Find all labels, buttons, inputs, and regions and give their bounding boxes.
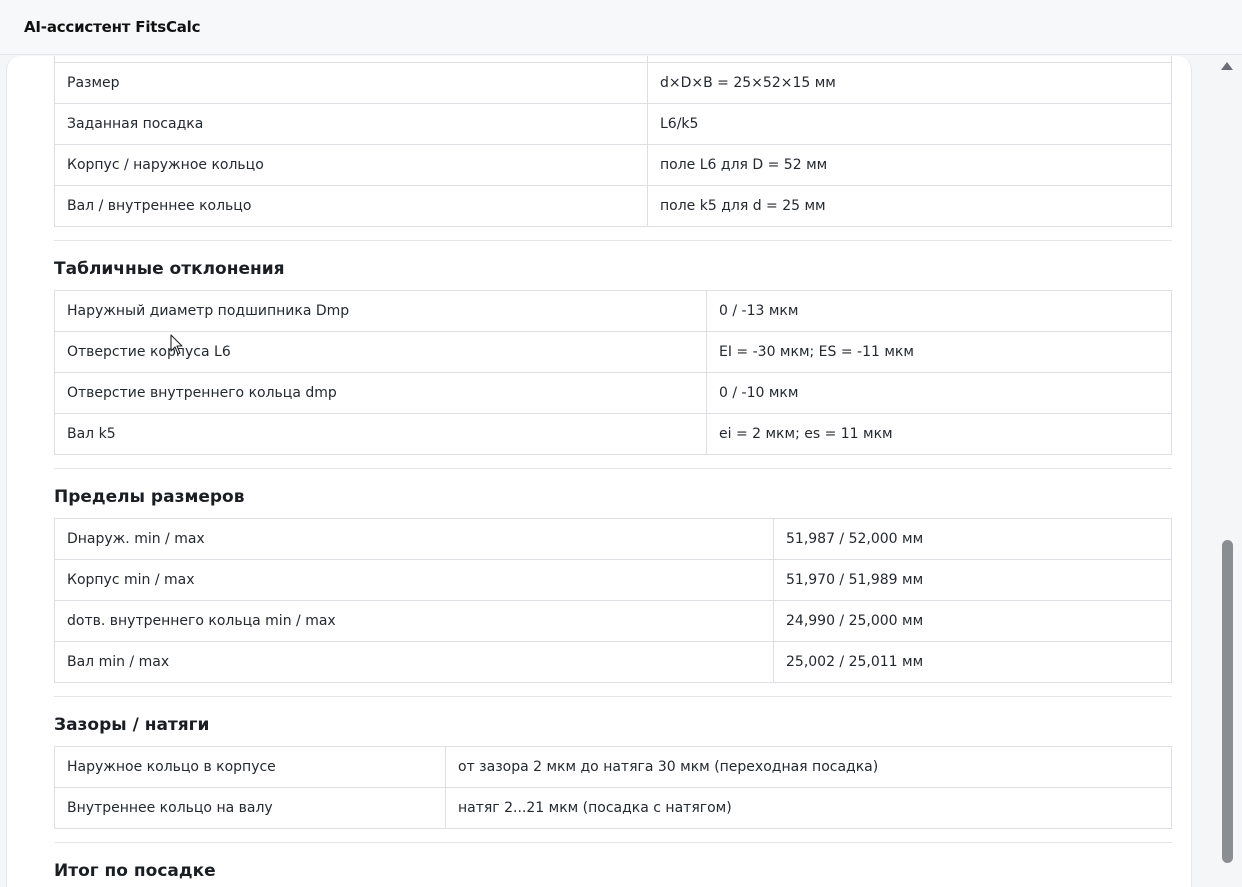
row-label: Вал min / max [54, 641, 774, 683]
table-row: Dнаруж. min / max 51,987 / 52,000 мм [54, 518, 1172, 560]
table-row: Внутреннее кольцо на валу натяг 2...21 м… [54, 787, 1172, 829]
table-row: Заданная посадка L6/k5 [54, 103, 1172, 145]
mouse-pointer-icon [170, 334, 184, 361]
row-value: 0 / -10 мкм [706, 372, 1172, 414]
row-label: Отверстие внутреннего кольца dmp [54, 372, 707, 414]
section-divider [54, 696, 1172, 697]
row-value: 24,990 / 25,000 мм [773, 600, 1172, 642]
table-row: dотв. внутреннего кольца min / max 24,99… [54, 600, 1172, 642]
table-row: Отверстие корпуса L6 EI = -30 мкм; ES = … [54, 331, 1172, 373]
table-row: Размер d×D×B = 25×52×15 мм [54, 62, 1172, 104]
row-value: 51,987 / 52,000 мм [773, 518, 1172, 560]
row-label: Dнаруж. min / max [54, 518, 774, 560]
row-label: Вал / внутреннее кольцо [54, 185, 648, 227]
table-row: Наружное кольцо в корпусе от зазора 2 мк… [54, 746, 1172, 788]
row-value: EI = -30 мкм; ES = -11 мкм [706, 331, 1172, 373]
table-row: Корпус / наружное кольцо поле L6 для D =… [54, 144, 1172, 186]
row-value: ei = 2 мкм; es = 11 мкм [706, 413, 1172, 455]
section-divider [54, 468, 1172, 469]
table-row: Наружный диаметр подшипника Dmp 0 / -13 … [54, 290, 1172, 332]
row-value: 0 / -13 мкм [706, 290, 1172, 332]
row-label: Наружный диаметр подшипника Dmp [54, 290, 707, 332]
row-label: Внутреннее кольцо на валу [54, 787, 446, 829]
row-label: Корпус min / max [54, 559, 774, 601]
row-value: натяг 2...21 мкм (посадка с натягом) [445, 787, 1172, 829]
row-value: поле k5 для d = 25 мм [647, 185, 1172, 227]
table-row: Вал k5 ei = 2 мкм; es = 11 мкм [54, 413, 1172, 455]
table-row: Корпус min / max 51,970 / 51,989 мм [54, 559, 1172, 601]
row-label: Заданная посадка [54, 103, 648, 145]
scroll-up-arrow-icon[interactable] [1221, 62, 1233, 70]
section-title-limits: Пределы размеров [54, 487, 245, 507]
section-title-clearances: Зазоры / натяги [54, 715, 210, 735]
app-header: AI-ассистент FitsCalc [0, 0, 1242, 55]
clearances-table: Наружное кольцо в корпусе от зазора 2 мк… [54, 746, 1172, 829]
section-divider [54, 842, 1172, 843]
row-label: Размер [54, 62, 648, 104]
row-value: от зазора 2 мкм до натяга 30 мкм (перехо… [445, 746, 1172, 788]
table-row: Вал min / max 25,002 / 25,011 мм [54, 641, 1172, 683]
row-label: Наружное кольцо в корпусе [54, 746, 446, 788]
row-label: Корпус / наружное кольцо [54, 144, 648, 186]
table-row: Вал / внутреннее кольцо поле k5 для d = … [54, 185, 1172, 227]
row-value: 51,970 / 51,989 мм [773, 559, 1172, 601]
row-value: поле L6 для D = 52 мм [647, 144, 1172, 186]
row-value: 25,002 / 25,011 мм [773, 641, 1172, 683]
chat-panel: Размер d×D×B = 25×52×15 мм Заданная поса… [6, 56, 1192, 887]
app-title: AI-ассистент FitsCalc [24, 18, 201, 36]
row-value: L6/k5 [647, 103, 1172, 145]
table-row: Отверстие внутреннего кольца dmp 0 / -10… [54, 372, 1172, 414]
row-label: Вал k5 [54, 413, 707, 455]
row-label: Отверстие корпуса L6 [54, 331, 707, 373]
params-table: Размер d×D×B = 25×52×15 мм Заданная поса… [54, 56, 1172, 227]
section-title-deviations: Табличные отклонения [54, 259, 285, 279]
scrollbar-thumb[interactable] [1222, 540, 1233, 863]
row-label: dотв. внутреннего кольца min / max [54, 600, 774, 642]
section-title-summary: Итог по посадке [54, 861, 216, 881]
limits-table: Dнаруж. min / max 51,987 / 52,000 мм Кор… [54, 518, 1172, 683]
deviations-table: Наружный диаметр подшипника Dmp 0 / -13 … [54, 290, 1172, 455]
row-value: d×D×B = 25×52×15 мм [647, 62, 1172, 104]
section-divider [54, 240, 1172, 241]
